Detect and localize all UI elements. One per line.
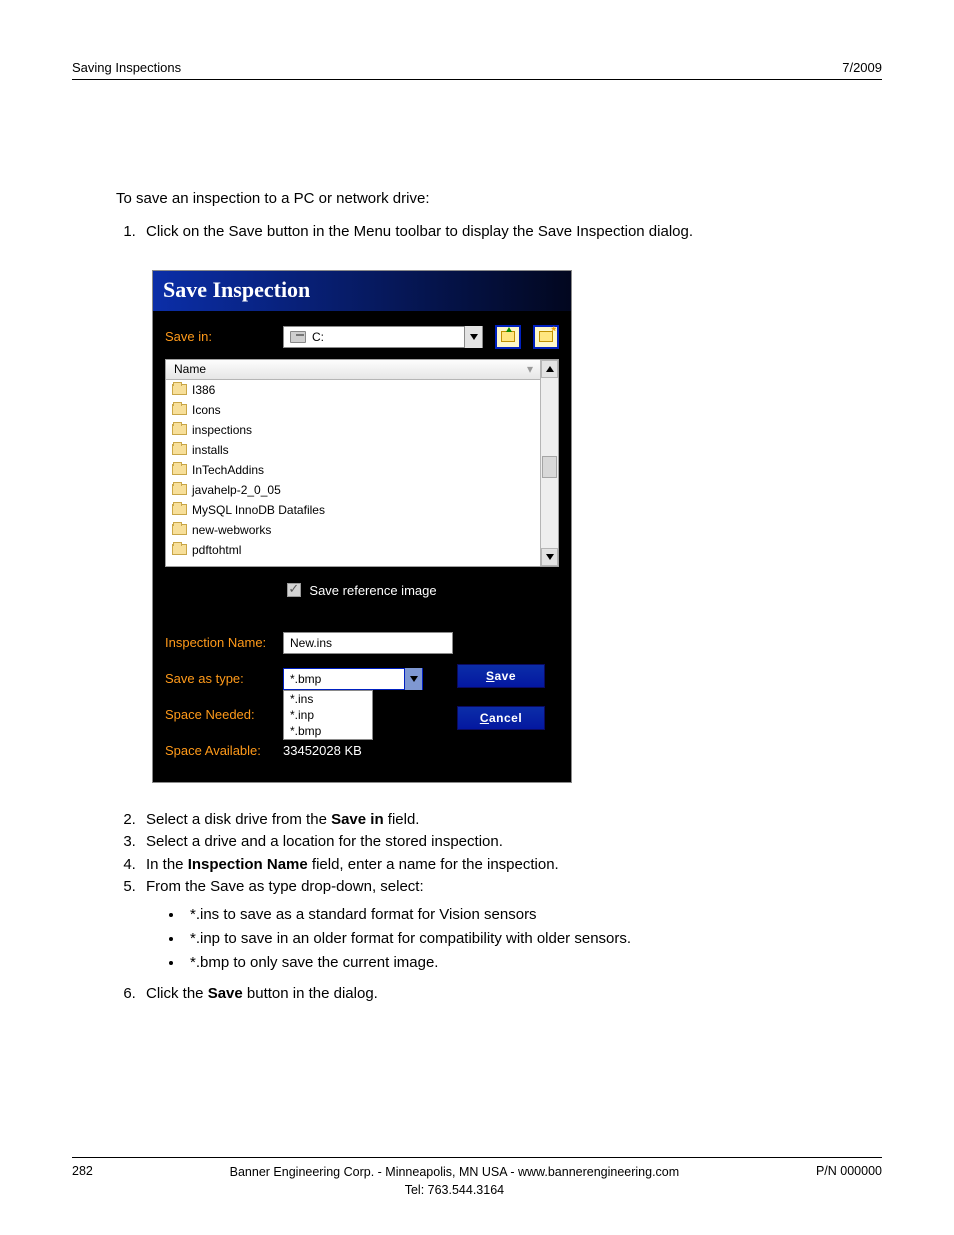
scroll-track[interactable] — [541, 378, 558, 548]
save-reference-row: Save reference image — [165, 583, 559, 598]
scroll-thumb[interactable] — [542, 456, 557, 478]
step-5-opt: *.ins to save as a standard format for V… — [184, 903, 882, 927]
list-item[interactable]: MySQL InnoDB Datafiles — [166, 500, 540, 520]
inspection-name-row: Inspection Name: — [165, 632, 559, 654]
type-option[interactable]: *.inp — [284, 707, 372, 723]
footer-center: Banner Engineering Corp. - Minneapolis, … — [113, 1164, 796, 1199]
step-5-opt: *.inp to save in an older format for com… — [184, 927, 882, 951]
folder-icon — [172, 404, 187, 415]
folder-icon — [172, 464, 187, 475]
space-needed-label: Space Needed: — [165, 707, 283, 722]
folder-icon — [172, 384, 187, 395]
step-3: Select a drive and a location for the st… — [140, 831, 882, 854]
folder-icon — [172, 444, 187, 455]
file-list[interactable]: Name ▾ I386 Icons inspections installs I… — [166, 360, 540, 566]
dialog-screenshot: Save Inspection Save in: C: — [152, 270, 882, 783]
save-button[interactable]: Save — [457, 664, 545, 688]
dialog-buttons: Save Cancel — [457, 664, 545, 730]
up-one-level-button[interactable] — [495, 325, 521, 349]
step-2: Select a disk drive from the Save in fie… — [140, 809, 882, 832]
page-number: 282 — [72, 1164, 93, 1199]
list-item[interactable]: inspections — [166, 420, 540, 440]
sort-indicator-icon: ▾ — [524, 362, 536, 376]
list-item[interactable]: InTechAddins — [166, 460, 540, 480]
new-folder-icon — [539, 331, 553, 342]
list-item[interactable]: Icons — [166, 400, 540, 420]
chevron-down-icon[interactable] — [404, 668, 422, 690]
cancel-button[interactable]: Cancel — [457, 706, 545, 730]
list-item[interactable]: javahelp-2_0_05 — [166, 480, 540, 500]
dialog-title: Save Inspection — [153, 271, 571, 311]
save-in-row: Save in: C: — [165, 325, 559, 349]
folder-up-icon — [501, 331, 515, 342]
drive-icon — [290, 331, 306, 343]
step-4: In the Inspection Name field, enter a na… — [140, 854, 882, 877]
space-available-value: 33452028 KB — [283, 743, 362, 758]
step-1: Click on the Save button in the Menu too… — [140, 221, 882, 244]
list-item[interactable]: new-webworks — [166, 520, 540, 540]
type-options-popup[interactable]: *.ins *.inp *.bmp — [283, 690, 373, 740]
new-folder-button[interactable] — [533, 325, 559, 349]
scroll-up-button[interactable] — [541, 360, 558, 378]
footer-pn: P/N 000000 — [816, 1164, 882, 1199]
intro-text: To save an inspection to a PC or network… — [116, 190, 882, 207]
folder-icon — [172, 524, 187, 535]
folder-icon — [172, 484, 187, 495]
scroll-down-button[interactable] — [541, 548, 558, 566]
folder-icon — [172, 504, 187, 515]
inspection-name-input[interactable] — [283, 632, 453, 654]
folder-icon — [172, 544, 187, 555]
space-available-row: Space Available: 33452028 KB — [165, 740, 559, 762]
list-item[interactable]: installs — [166, 440, 540, 460]
folder-items: I386 Icons inspections installs InTechAd… — [166, 380, 540, 560]
column-header-row[interactable]: Name ▾ — [166, 360, 540, 380]
file-browser-panel: Name ▾ I386 Icons inspections installs I… — [165, 359, 559, 567]
steps-list-cont: Select a disk drive from the Save in fie… — [116, 809, 882, 1006]
name-column-header[interactable]: Name — [166, 362, 524, 376]
save-reference-label: Save reference image — [309, 583, 436, 598]
inspection-name-label: Inspection Name: — [165, 635, 283, 650]
steps-list: Click on the Save button in the Menu too… — [116, 221, 882, 244]
save-reference-checkbox[interactable] — [287, 583, 301, 597]
page-header: Saving Inspections 7/2009 — [72, 60, 882, 80]
step-5-opt: *.bmp to only save the current image. — [184, 951, 882, 975]
type-option[interactable]: *.ins — [284, 691, 372, 707]
folder-icon — [172, 424, 187, 435]
space-available-label: Space Available: — [165, 743, 283, 758]
save-as-type-dropdown[interactable]: *.bmp — [283, 668, 423, 690]
chevron-down-icon[interactable] — [464, 326, 482, 348]
page-footer: 282 Banner Engineering Corp. - Minneapol… — [72, 1157, 882, 1199]
list-item[interactable]: I386 — [166, 380, 540, 400]
header-date: 7/2009 — [842, 60, 882, 75]
step-5: From the Save as type drop-down, select:… — [140, 876, 882, 975]
save-as-type-label: Save as type: — [165, 671, 283, 686]
type-option[interactable]: *.bmp — [284, 723, 372, 739]
header-section: Saving Inspections — [72, 60, 181, 75]
vertical-scrollbar[interactable] — [540, 360, 558, 566]
save-in-dropdown[interactable]: C: — [283, 326, 483, 348]
step-5-options: *.ins to save as a standard format for V… — [170, 903, 882, 975]
save-as-type-value: *.bmp — [284, 672, 404, 686]
save-in-value: C: — [312, 330, 464, 344]
step-6: Click the Save button in the dialog. — [140, 983, 882, 1006]
list-item[interactable]: pdftohtml — [166, 540, 540, 560]
save-in-label: Save in: — [165, 329, 283, 344]
save-inspection-dialog: Save Inspection Save in: C: — [152, 270, 572, 783]
